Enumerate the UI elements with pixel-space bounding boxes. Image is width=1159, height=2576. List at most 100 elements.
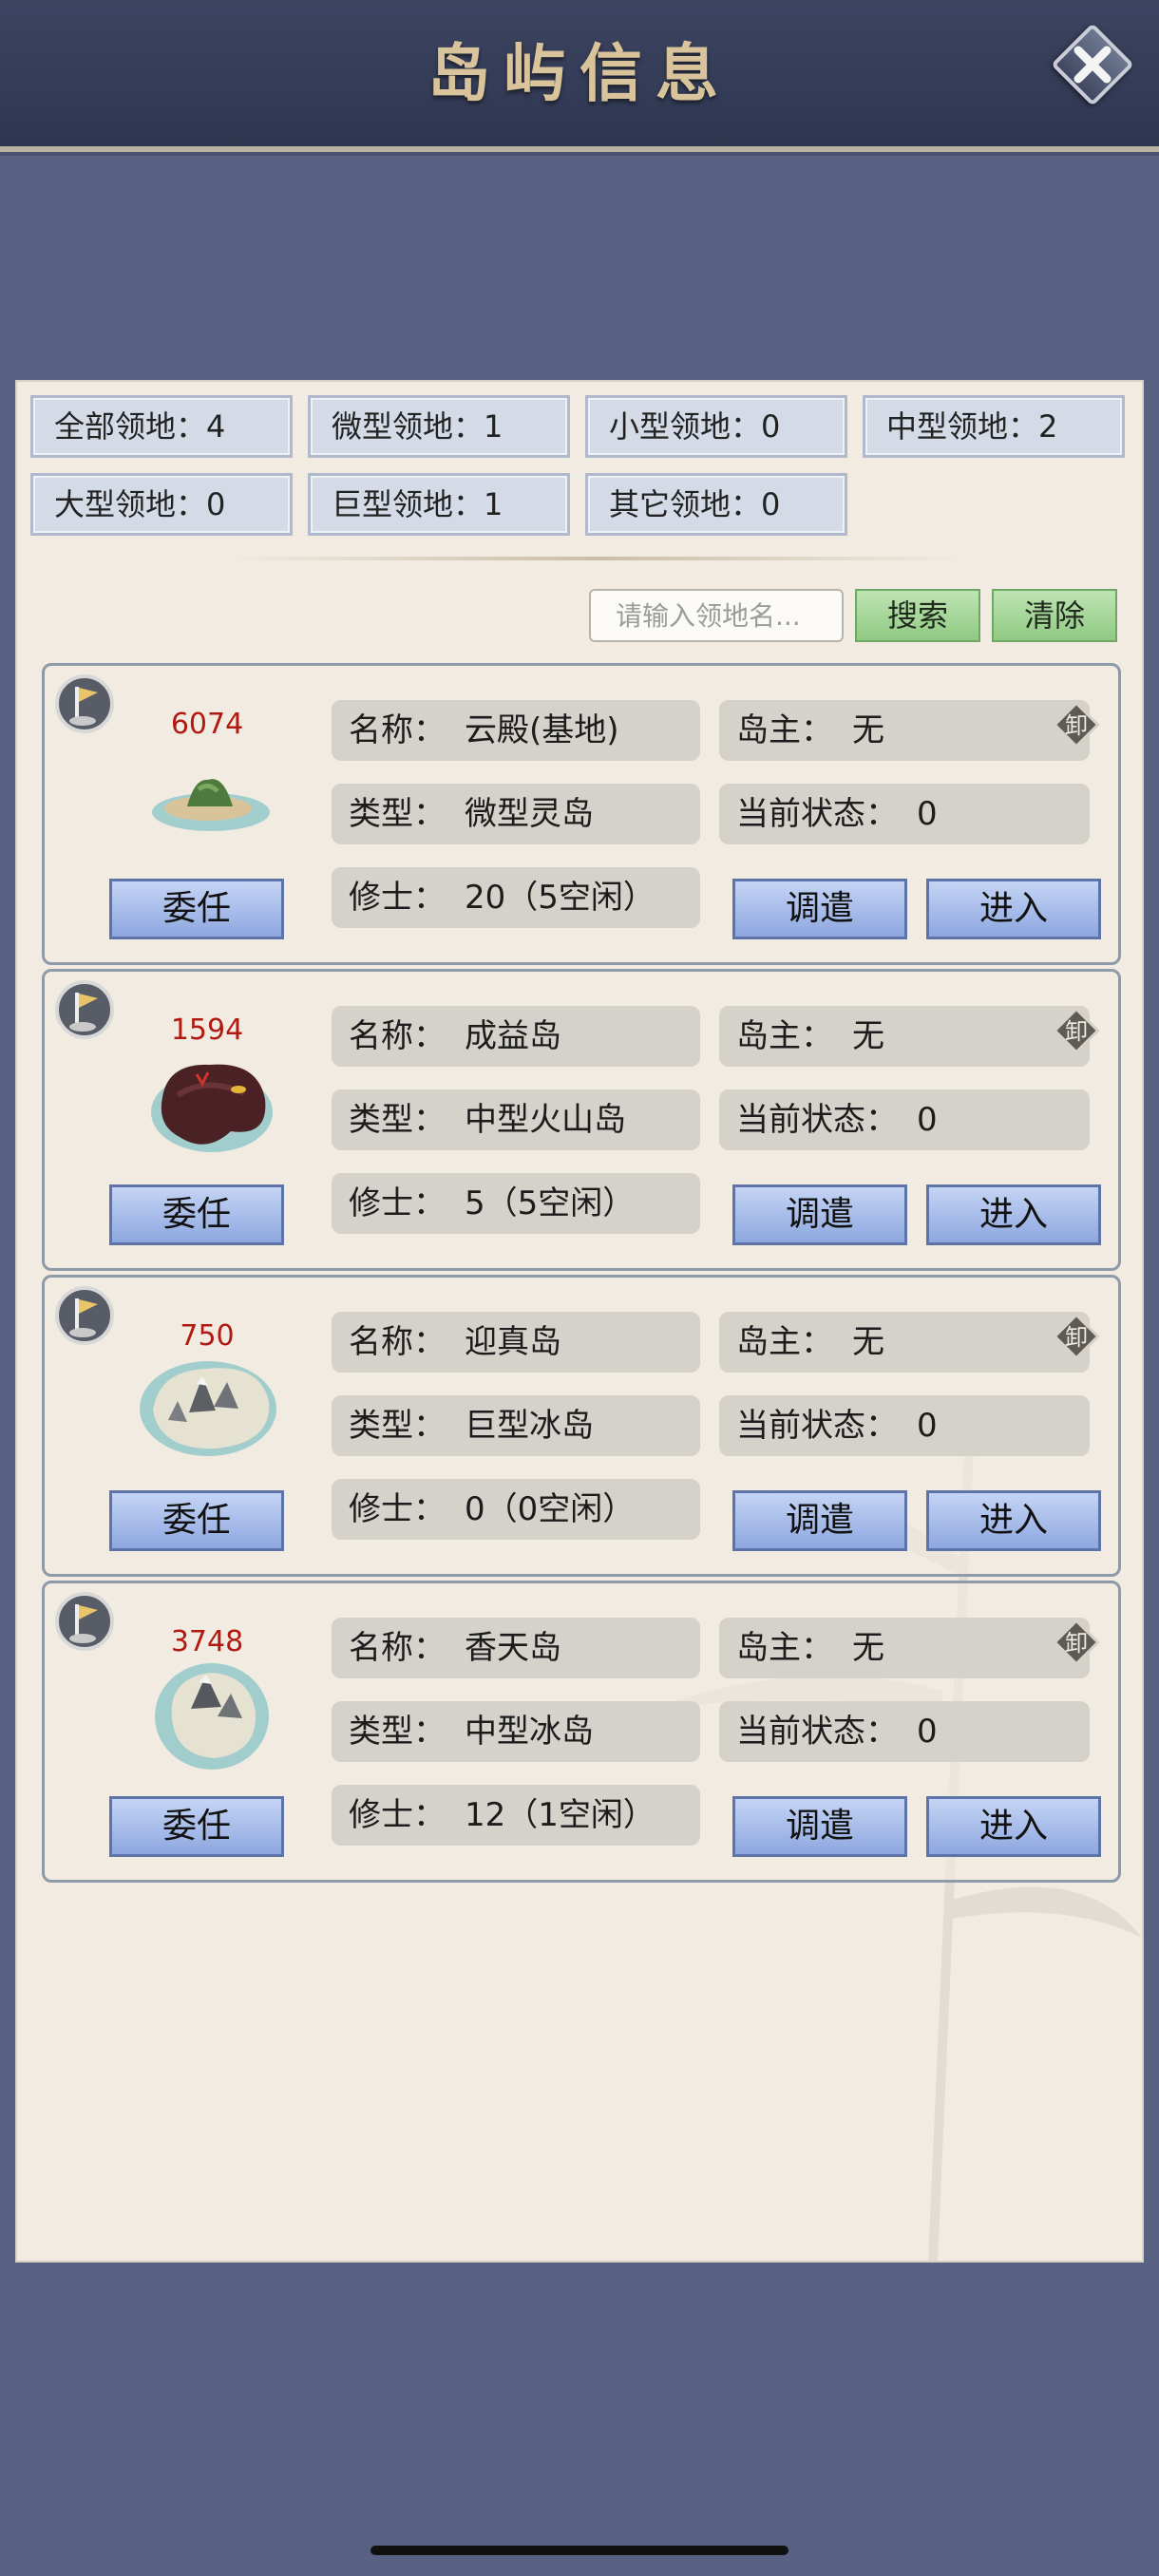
appoint-button[interactable]: 委任 <box>109 1184 284 1245</box>
stat-sep: ： <box>731 486 762 522</box>
close-icon <box>1074 46 1112 84</box>
island-owner-field: 岛主： 无 <box>719 1006 1090 1067</box>
field-label: 当前状态： <box>736 1407 898 1445</box>
island-image[interactable] <box>140 732 282 856</box>
field-value: 迎真岛 <box>465 1323 561 1361</box>
field-value: 0 <box>917 1407 938 1445</box>
flag-icon[interactable] <box>54 979 115 1040</box>
island-image[interactable] <box>140 1650 282 1773</box>
field-label: 修士： <box>349 1490 446 1528</box>
dispatch-button[interactable]: 调遣 <box>732 879 907 939</box>
island-power: 3748 <box>170 1625 244 1658</box>
field-value: 香天岛 <box>465 1629 561 1667</box>
field-value: 中型火山岛 <box>465 1101 626 1139</box>
enter-button[interactable]: 进入 <box>926 879 1101 939</box>
field-value: 成益岛 <box>465 1017 561 1055</box>
header-bar: 岛屿信息 <box>0 0 1159 152</box>
island-owner-field: 岛主： 无 <box>719 1312 1090 1373</box>
field-label: 修士： <box>349 879 446 917</box>
unload-label: 卸 <box>1065 1630 1088 1657</box>
appoint-button[interactable]: 委任 <box>109 879 284 939</box>
island-image[interactable] <box>140 1344 282 1468</box>
stat-value: 0 <box>761 408 781 445</box>
unload-icon[interactable]: 卸 <box>1048 1308 1105 1365</box>
island-card: 6074 委任 名称： 云殿(基地) 类型： 微型灵岛 修士： 20（5空闲） 岛主：… <box>42 663 1121 965</box>
unload-label: 卸 <box>1065 1018 1088 1045</box>
island-owner-field: 岛主： 无 <box>719 700 1090 761</box>
unload-icon[interactable]: 卸 <box>1048 1002 1105 1059</box>
enter-button[interactable]: 进入 <box>926 1796 1101 1857</box>
appoint-button[interactable]: 委任 <box>109 1490 284 1551</box>
field-value: 无 <box>852 711 884 749</box>
close-button[interactable] <box>1051 23 1134 106</box>
island-type-field: 类型： 微型灵岛 <box>332 784 700 844</box>
stat-sep: ： <box>731 408 762 445</box>
field-value: 12（1空闲） <box>465 1796 656 1834</box>
island-status-field: 当前状态： 0 <box>719 1395 1090 1456</box>
clear-button[interactable]: 清除 <box>992 589 1117 642</box>
field-value: 0 <box>917 1101 938 1139</box>
field-label: 岛主： <box>736 1629 833 1667</box>
island-power: 6074 <box>170 708 244 741</box>
island-name-field: 名称： 香天岛 <box>332 1618 700 1678</box>
field-label: 类型： <box>349 795 446 833</box>
stat-label: 中型领地 <box>886 408 1009 445</box>
search-button[interactable]: 搜索 <box>855 589 980 642</box>
stat-medium-territories: 中型领地：2 <box>863 395 1125 458</box>
stat-sep: ： <box>453 408 484 445</box>
field-value: 5（5空闲） <box>465 1184 636 1222</box>
unload-icon[interactable]: 卸 <box>1048 1614 1105 1671</box>
flag-icon[interactable] <box>54 1285 115 1346</box>
enter-button[interactable]: 进入 <box>926 1490 1101 1551</box>
enter-button[interactable]: 进入 <box>926 1184 1101 1245</box>
dispatch-button[interactable]: 调遣 <box>732 1796 907 1857</box>
island-card: 750 委任 名称： 迎真岛 类型： 巨型冰岛 修士： 0（0空闲） 岛主： 无 当前状… <box>42 1275 1121 1577</box>
stat-value: 2 <box>1038 408 1058 445</box>
field-label: 类型： <box>349 1407 446 1445</box>
stat-label: 大型领地 <box>54 486 177 522</box>
stat-label: 微型领地 <box>332 408 454 445</box>
field-label: 修士： <box>349 1796 446 1834</box>
island-panel: 全部领地：4 微型领地：1 小型领地：0 中型领地：2 大型领地：0 巨型领地：… <box>15 380 1144 2263</box>
field-label: 当前状态： <box>736 1713 898 1751</box>
stat-label: 小型领地 <box>609 408 732 445</box>
island-card: 3748 委任 名称： 香天岛 类型： 中型冰岛 修士： 12（1空闲） 岛主： 无 当… <box>42 1581 1121 1883</box>
stat-sep: ： <box>453 486 484 522</box>
flag-icon[interactable] <box>54 1591 115 1652</box>
island-card: 1594 委任 名称： 成益岛 类型： 中型火山岛 修士： 5（5空闲） 岛主： 无 当… <box>42 969 1121 1271</box>
island-power: 1594 <box>170 1013 244 1047</box>
home-indicator[interactable] <box>370 2546 788 2555</box>
island-status-field: 当前状态： 0 <box>719 1701 1090 1762</box>
field-value: 无 <box>852 1323 884 1361</box>
stat-sep: ： <box>176 486 207 522</box>
dispatch-button[interactable]: 调遣 <box>732 1490 907 1551</box>
island-name-field: 名称： 云殿(基地) <box>332 700 700 761</box>
stat-value: 0 <box>761 486 781 522</box>
island-image[interactable] <box>140 1038 282 1162</box>
cultivators-field: 修士： 0（0空闲） <box>332 1479 700 1540</box>
field-value: 0 <box>917 1713 938 1751</box>
field-label: 修士： <box>349 1184 446 1222</box>
cultivators-field: 修士： 20（5空闲） <box>332 867 700 928</box>
dispatch-button[interactable]: 调遣 <box>732 1184 907 1245</box>
field-value: 巨型冰岛 <box>465 1407 594 1445</box>
field-label: 岛主： <box>736 1017 833 1055</box>
field-label: 名称： <box>349 711 446 749</box>
island-type-field: 类型： 巨型冰岛 <box>332 1395 700 1456</box>
stat-small-territories: 小型领地：0 <box>585 395 847 458</box>
field-label: 名称： <box>349 1629 446 1667</box>
island-status-field: 当前状态： 0 <box>719 784 1090 844</box>
flag-icon[interactable] <box>54 673 115 734</box>
field-label: 类型： <box>349 1101 446 1139</box>
stat-huge-territories: 巨型领地：1 <box>308 473 570 536</box>
stat-value: 0 <box>206 486 226 522</box>
island-type-field: 类型： 中型火山岛 <box>332 1089 700 1150</box>
territory-search-input[interactable] <box>589 589 844 642</box>
field-label: 岛主： <box>736 711 833 749</box>
island-status-field: 当前状态： 0 <box>719 1089 1090 1150</box>
island-name-field: 名称： 成益岛 <box>332 1006 700 1067</box>
appoint-button[interactable]: 委任 <box>109 1796 284 1857</box>
field-label: 当前状态： <box>736 1101 898 1139</box>
field-label: 当前状态： <box>736 795 898 833</box>
unload-icon[interactable]: 卸 <box>1048 696 1105 753</box>
